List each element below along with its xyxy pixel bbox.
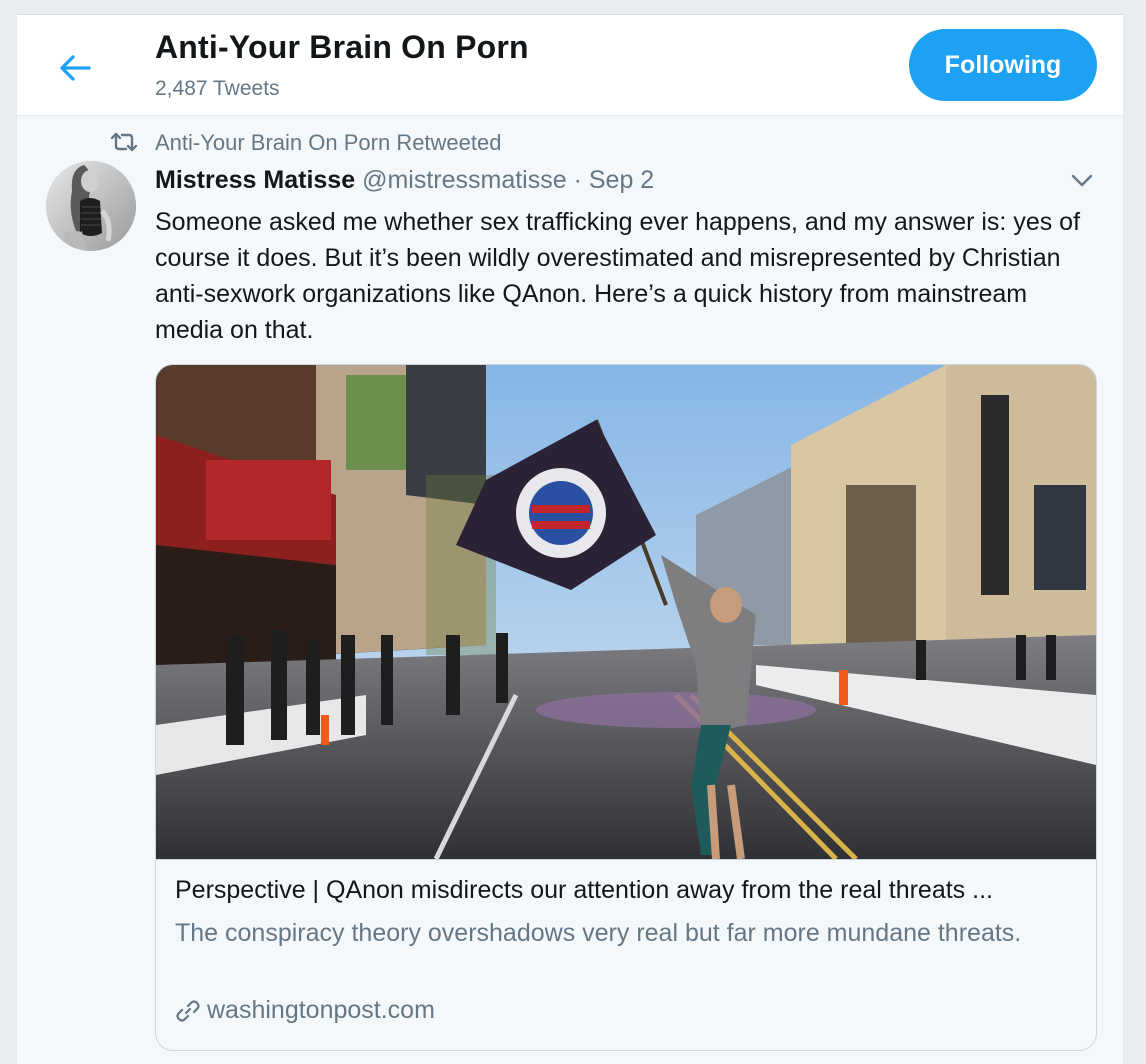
- card-domain[interactable]: washingtonpost.com: [175, 996, 435, 1025]
- retweet-icon: [109, 130, 139, 159]
- separator-dot: ·: [573, 166, 582, 194]
- author-handle[interactable]: @mistressmatisse: [362, 166, 567, 194]
- tweet-text: Someone asked me whether sex trafficking…: [155, 208, 1081, 344]
- profile-name: Anti-Your Brain On Porn: [155, 29, 529, 65]
- tweet-date[interactable]: Sep 2: [589, 166, 654, 194]
- tweet[interactable]: Anti-Your Brain On Porn Retweeted Mistre…: [17, 116, 1123, 1064]
- following-button[interactable]: Following: [909, 29, 1097, 101]
- link-icon: [175, 998, 201, 1024]
- avatar[interactable]: [46, 161, 136, 251]
- tweet-author-line: Mistress Matisse @mistressmatisse · Sep …: [155, 166, 654, 195]
- link-card[interactable]: Perspective | QAnon misdirects our atten…: [155, 364, 1097, 1051]
- card-title[interactable]: Perspective | QAnon misdirects our atten…: [175, 876, 1080, 905]
- profile-header: Anti-Your Brain On Porn 2,487 Tweets Fol…: [17, 15, 1123, 116]
- tweet-options-button[interactable]: [1067, 166, 1097, 196]
- back-button[interactable]: [55, 48, 95, 88]
- retweeted-by-label[interactable]: Anti-Your Brain On Porn Retweeted: [155, 130, 502, 156]
- card-domain-text: washingtonpost.com: [207, 996, 435, 1024]
- author-name[interactable]: Mistress Matisse: [155, 166, 355, 194]
- tweet-count: 2,487 Tweets: [155, 77, 280, 100]
- arrow-left-icon: [60, 55, 91, 81]
- chevron-down-icon: [1071, 174, 1093, 187]
- card-description: The conspiracy theory overshadows very r…: [175, 919, 1022, 947]
- app-frame: Anti-Your Brain On Porn 2,487 Tweets Fol…: [16, 14, 1124, 1064]
- card-image[interactable]: [156, 365, 1096, 861]
- card-body: Perspective | QAnon misdirects our atten…: [156, 859, 1096, 1050]
